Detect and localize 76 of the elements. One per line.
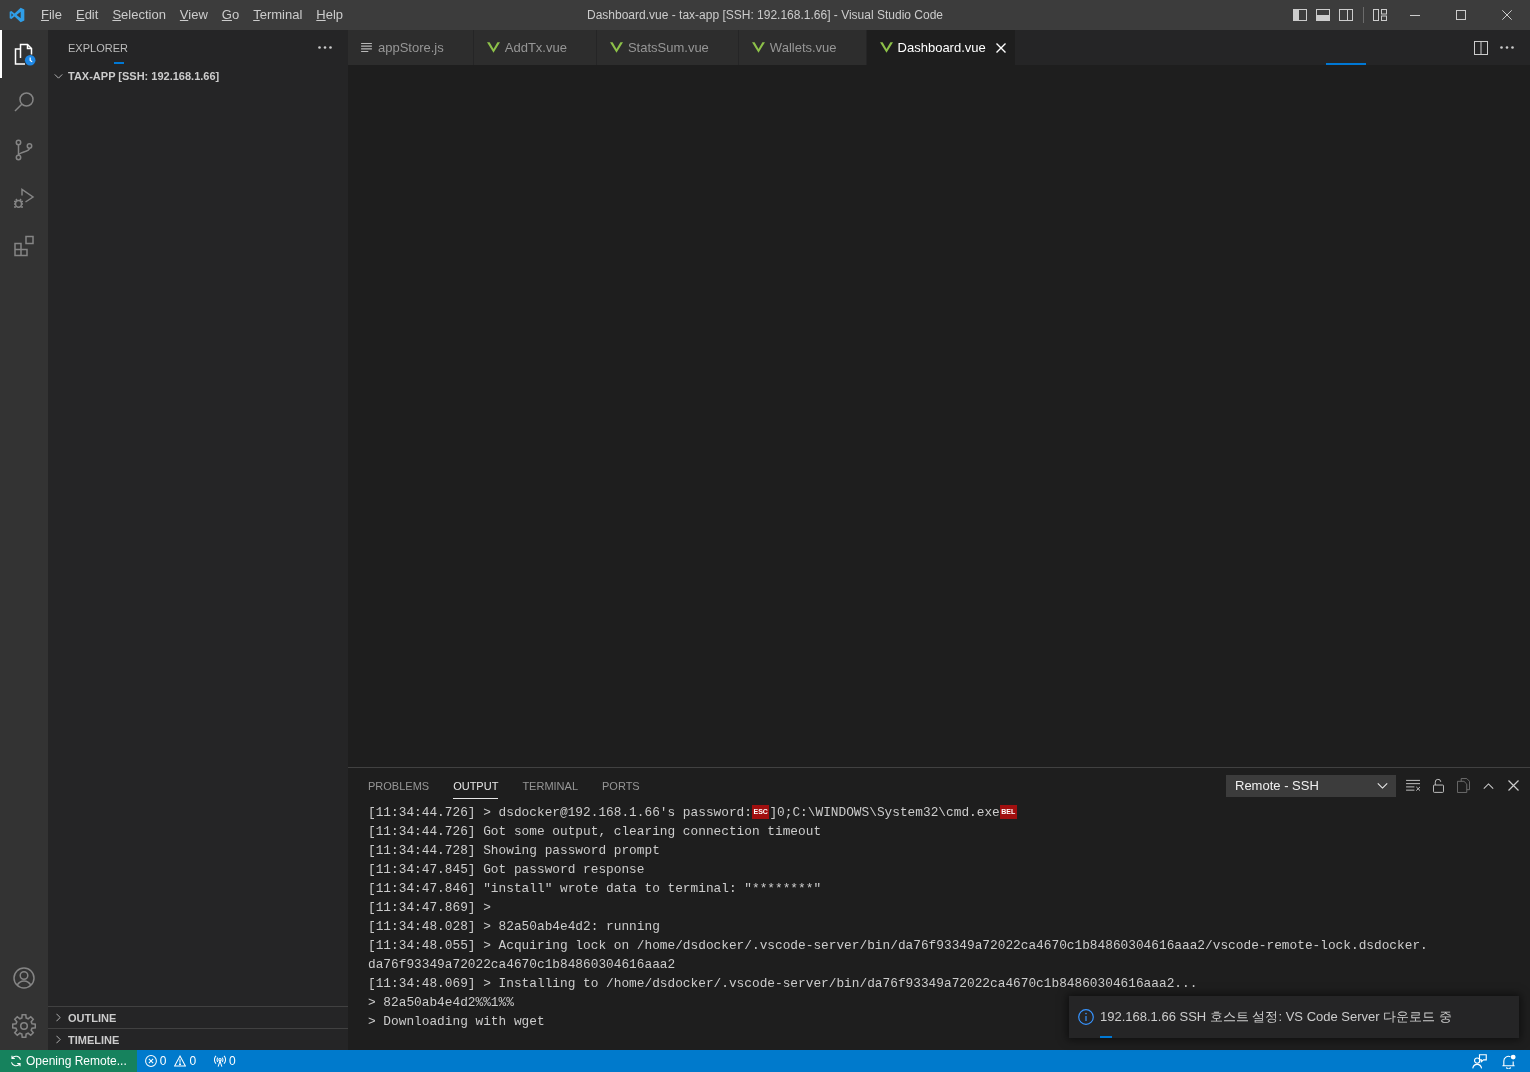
notification-message: 192.168.1.66 SSH 호스트 설정: VS Code Server 다운로드 중	[1100, 1008, 1452, 1026]
secondary-sidebar-toggle-icon[interactable]	[1339, 9, 1353, 21]
files-icon	[12, 42, 36, 66]
more-actions-icon[interactable]	[318, 46, 332, 49]
output-text: [11:34:44.726] > dsdocker@192.168.1.66's password:	[368, 805, 752, 820]
output-line: [11:34:48.069] > Installing to /home/dsdocker/.vscode-server/bin/da76f93349a72022ca4670c1b84860304616aaa2...	[368, 976, 1198, 991]
remote-status-button[interactable]: Opening Remote...	[0, 1050, 137, 1072]
extensions-icon	[12, 234, 36, 258]
output-line: [11:34:48.028] > 82a50ab4e4d2: running	[368, 919, 660, 934]
vue-logo-icon	[751, 42, 765, 53]
window-title: Dashboard.vue - tax-app [SSH: 192.168.1.66] - Visual Studio Code	[587, 8, 943, 22]
feedback-icon[interactable]	[1472, 1053, 1487, 1069]
progress-indicator	[1326, 63, 1366, 65]
file-copy-icon[interactable]	[1456, 778, 1470, 793]
problems-status[interactable]: 0 0	[139, 1050, 207, 1072]
clear-output-icon[interactable]	[1405, 779, 1421, 792]
output-line: > Downloading with wget	[368, 1014, 545, 1029]
vue-logo-icon	[609, 42, 623, 53]
settings-icon[interactable]	[12, 1014, 36, 1038]
run-debug-icon	[12, 186, 36, 210]
output-line: [11:34:48.055] > Acquiring lock on /home/dsdocker/.vscode-server/bin/da76f93349a72022ca4670c1b84860304616aaa2/vscode-remote-lock.dsdocker.	[368, 938, 1428, 953]
editor-tab[interactable]: Dashboard.vue	[866, 30, 1016, 65]
editor-tab[interactable]: appStore.js	[348, 30, 474, 65]
menu-item[interactable]: File	[34, 4, 69, 26]
panel-tab[interactable]: TERMINAL	[522, 773, 578, 799]
editor-tab[interactable]: StatsSum.vue	[596, 30, 739, 65]
layout-icon[interactable]	[1373, 9, 1387, 21]
broadcast-icon	[214, 1055, 227, 1067]
maximize-icon[interactable]	[1456, 10, 1466, 20]
unlock-icon[interactable]	[1432, 778, 1444, 793]
panel-tab[interactable]: OUTPUT	[453, 773, 499, 799]
menu-item[interactable]: Go	[214, 4, 247, 26]
panel-tab[interactable]: PROBLEMS	[368, 773, 430, 799]
output-line: [11:34:47.845] Got password response	[368, 862, 645, 877]
split-editor-icon[interactable]	[1474, 40, 1488, 55]
output-line: [11:34:47.869] >	[368, 900, 491, 915]
progress-indicator	[1100, 1036, 1112, 1038]
close-icon[interactable]	[1502, 10, 1512, 20]
vscode-logo-icon	[9, 7, 25, 23]
output-text: ]0;C:\WINDOWS\System32\cmd.exe	[769, 805, 1000, 820]
sidebar-title: EXPLORER	[68, 41, 128, 54]
close-icon[interactable]	[1507, 780, 1519, 791]
vue-logo-icon	[879, 42, 893, 53]
file-lines-icon	[361, 43, 372, 52]
progress-indicator	[114, 62, 124, 64]
notification-bell-icon[interactable]	[1501, 1053, 1516, 1069]
warning-icon	[174, 1055, 187, 1067]
error-icon	[144, 1055, 157, 1067]
chevron-down-icon	[1377, 782, 1388, 789]
editor-tab[interactable]: AddTx.vue	[473, 30, 597, 65]
menu-item[interactable]: View	[172, 4, 215, 26]
output-line: > 82a50ab4e4d2%%1%%	[368, 995, 514, 1010]
more-actions-icon[interactable]	[1500, 46, 1514, 49]
output-line: [11:34:44.726] Got some output, clearing connection timeout	[368, 824, 822, 839]
output-line: [11:34:47.846] "install" wrote data to terminal: "********"	[368, 881, 822, 896]
info-icon	[1078, 1009, 1094, 1025]
search-icon	[12, 90, 36, 114]
chevron-up-icon[interactable]	[1482, 782, 1494, 789]
ports-status[interactable]: 0	[209, 1050, 246, 1072]
menu-item[interactable]: Selection	[105, 4, 173, 26]
menu-item[interactable]: Help	[309, 4, 351, 26]
menu-item[interactable]: Edit	[68, 4, 106, 26]
folder-header[interactable]: TAX-APP [SSH: 192.168.1.66]	[48, 65, 348, 87]
output-line: [11:34:44.728] Showing password prompt	[368, 843, 660, 858]
panel-tab[interactable]: PORTS	[602, 773, 640, 799]
channel-dropdown[interactable]: Remote - SSH	[1226, 774, 1396, 797]
sidebar-toggle-icon[interactable]	[1293, 9, 1307, 21]
account-icon[interactable]	[12, 966, 36, 990]
vue-logo-icon	[486, 42, 500, 53]
output-line: da76f93349a72022ca4670c1b84860304616aaa2	[368, 957, 676, 972]
sync-icon	[10, 1055, 22, 1067]
section-header[interactable]: OUTLINE	[48, 1006, 348, 1028]
panel-toggle-icon[interactable]	[1316, 9, 1330, 21]
editor-tab[interactable]: Wallets.vue	[738, 30, 867, 65]
menu-item[interactable]: Terminal	[246, 4, 310, 26]
minimize-icon[interactable]	[1410, 14, 1420, 16]
